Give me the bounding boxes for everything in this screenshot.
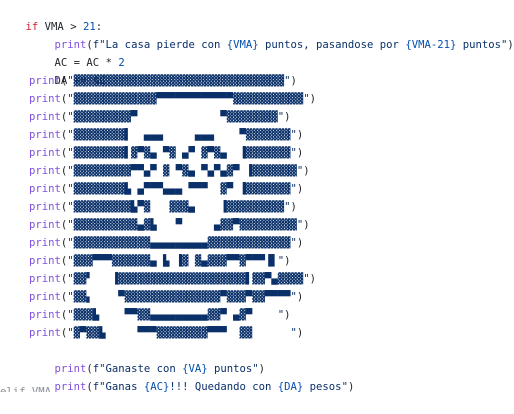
code-line-da: DA += AC (54, 75, 106, 87)
code-editor[interactable]: if VMA > 21: print(f"La casa pierde con … (0, 0, 514, 404)
code-line-art-14: print("▓▓▓▙ ▀▀▓▓▄▄▄▄▄▄▄▄▄▓▓▀ ▄▓▀ ") (29, 309, 291, 321)
code-line-art-1: print("▓▓▓▓▓▓▓▓▓▓▓▓▓▓▓▓▓▓▓▓▓▓▓▓▓▓▓▓▓▓▓▓▓… (29, 75, 297, 87)
code-line-art-13: print("▓▓▖ ▀▓▓▓▓▓▓▓▓▓▓▓▓▓▓▓▀▓▓▓▀▓▓▀▀▀▀") (29, 291, 304, 303)
code-line-art-11: print("▓▓▓▀▀▀▓▓▓▓▓▓▄ ▙ ▐▓ ▓▄▓▓▓▀▀▓▀▀▀▐▌"… (29, 255, 291, 267)
code-line-if: if VMA > 21: (25, 21, 103, 33)
code-line-art-10: print("▓▓▓▓▓▓▓▓▓▓▓▓▄▄▄▄▄▄▄▄▄▓▓▓▓▓▓▓▓▓▓▓▓… (29, 237, 304, 249)
code-line-art-3: print("▓▓▓▓▓▓▓▓▓▀ ▀▓▓▓▓▓▓▓▓") (29, 111, 291, 123)
code-line-art-12: print("▓▓▘ ▐▓▓▓▓▓▓▓▓▓▓▓▓▓▓▓▓▓▓▓▓▌▓▓▀▄▓▓▓… (29, 273, 317, 285)
code-line-print-1: print(f"La casa pierde con {VMA} puntos,… (54, 39, 514, 51)
code-line-art-2: print("▓▓▓▓▓▓▓▓▓▓▓▓▓▀▀▀▀▀▀▀▀▀▀▀▀▓▓▓▓▓▓▓▓… (29, 93, 317, 105)
code-line-art-8: print("▓▓▓▓▓▓▓▓▓▙▀▓ ▓▓▓▄ ▐▓▓▓▓▓▓▓▓▓") (29, 201, 297, 213)
code-line-art-5: print("▓▓▓▓▓▓▓▓▌▓▀▓▄ ▀▓ ▄▀ ▓▀▓▄ ▐▓▓▓▓▓▓▓… (29, 147, 304, 159)
code-line-art-6: print("▓▓▓▓▓▓▓▓▓▀▀▄▀ ▓ ▀▓▄ ▀▄▀▄▓▀ ▐▓▓▓▓▓… (29, 165, 310, 177)
code-line-art-15: print("▓▀▓▓▙ ▀▀▀▓▓▓▓▓▓▓▓▀▀▀ ▓▓ ") (29, 327, 304, 339)
code-line-art-9: print("▓▓▓▓▓▓▓▓▓▓▄▓▙ ▀ ▄▓▓▀▓▓▓▓▓▓▓▓▓") (29, 219, 310, 231)
code-line-ganas: print(f"Ganas {AC}!!! Quedando con {DA} … (54, 381, 355, 393)
code-line-cut: elif VMA ... (0, 386, 77, 392)
code-line-art-4: print("▓▓▓▓▓▓▓▓▌ ▄▄▄ ▄▄▄ ▀▓▓▓▓▓▓▓") (29, 129, 304, 141)
code-line-art-7: print("▓▓▓▓▓▓▓▓▙ ▄▀▀▀▄▄▄ ▀▀▀ ▓▀ ▐▓▓▓▓▓▓▓… (29, 183, 304, 195)
code-line-ganaste: print(f"Ganaste con {VA} puntos") (54, 363, 266, 375)
code-line-ac: AC = AC * 2 (54, 57, 125, 69)
